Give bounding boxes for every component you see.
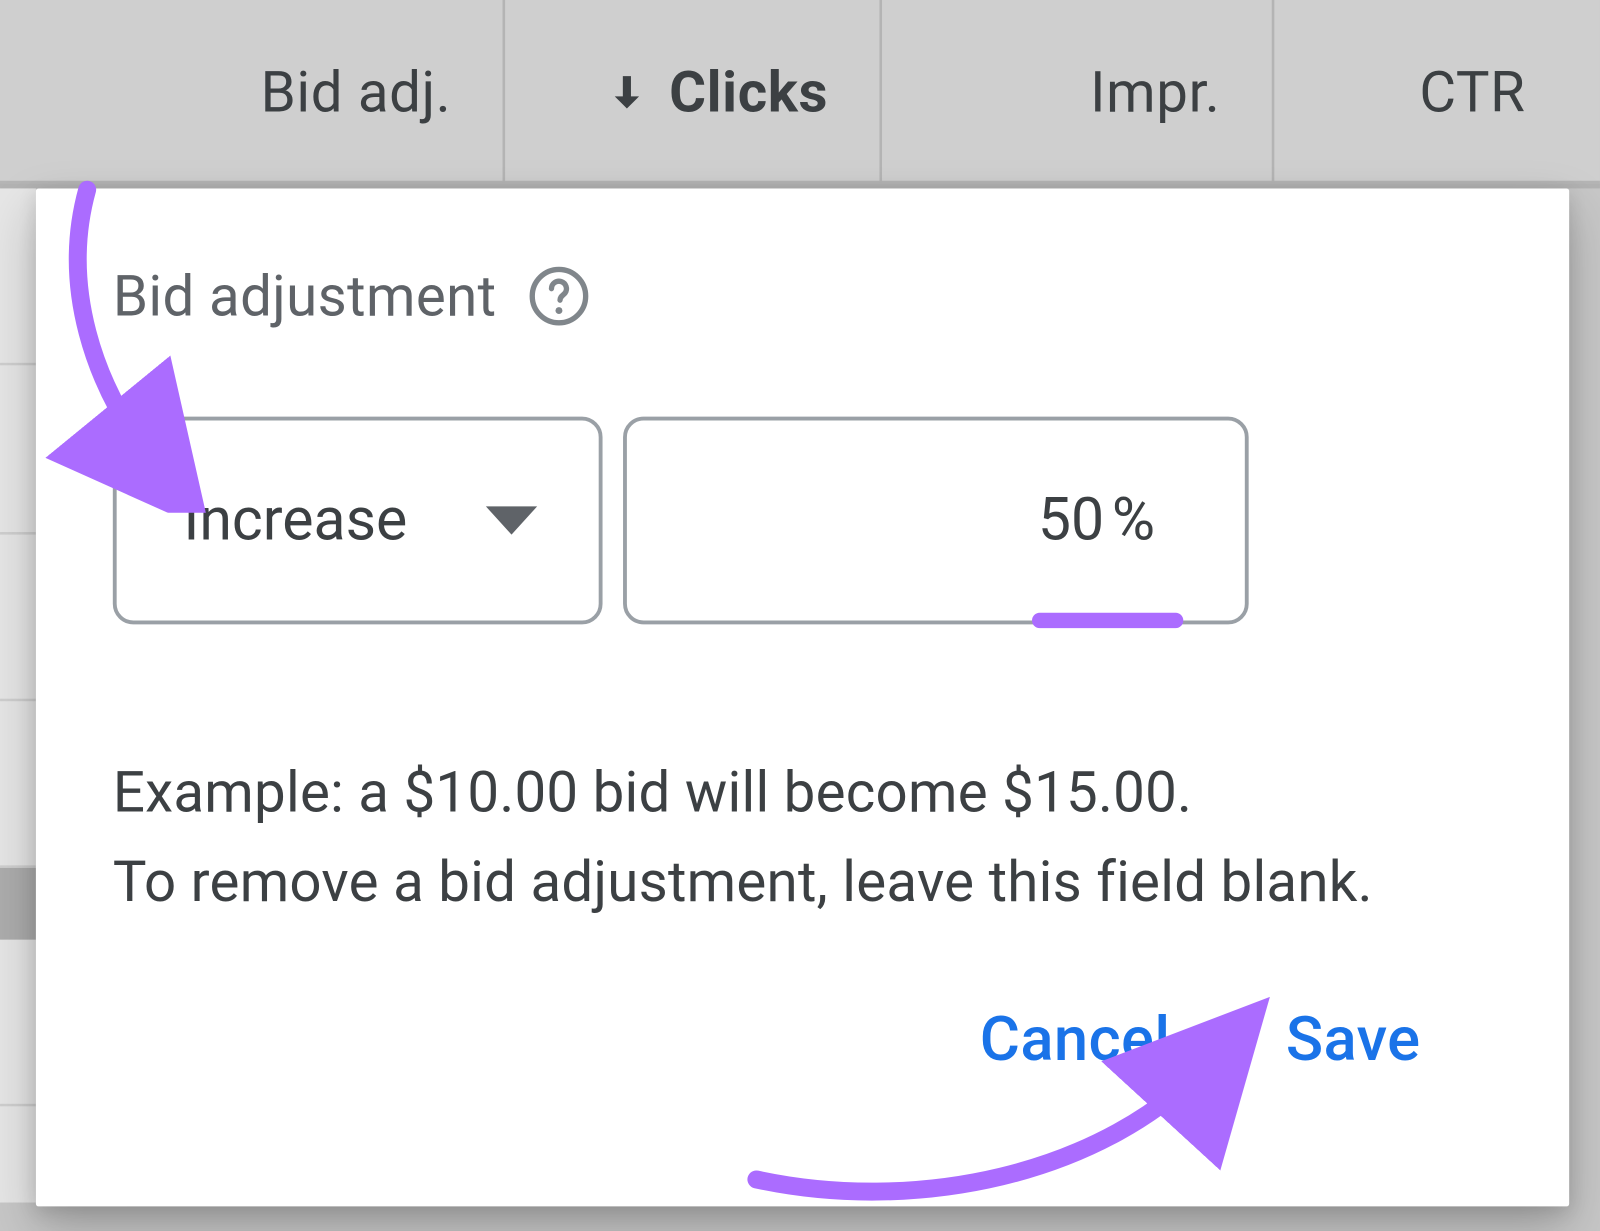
column-header-label: Clicks (669, 58, 828, 125)
table-row (0, 535, 36, 702)
chevron-down-icon (486, 506, 537, 534)
column-header-clicks[interactable]: Clicks (505, 0, 882, 183)
table-row (0, 940, 36, 1107)
column-header-ctr[interactable]: CTR (1274, 0, 1597, 183)
table-row (0, 365, 36, 534)
controls-row: Increase % (113, 417, 1492, 625)
direction-select[interactable]: Increase (113, 417, 603, 625)
cancel-button[interactable]: Cancel (980, 1002, 1171, 1075)
help-icon[interactable] (527, 264, 591, 328)
popup-actions: Cancel Save (113, 1002, 1492, 1075)
bid-adjustment-popup: Bid adjustment Increase % Example: a (36, 188, 1569, 1206)
example-line: To remove a bid adjustment, leave this f… (113, 838, 1492, 928)
column-header-label: Bid adj. (261, 58, 452, 125)
example-line: Example: a $10.00 bid will become $15.00… (113, 747, 1492, 837)
popup-title: Bid adjustment (113, 263, 497, 330)
percent-input[interactable] (809, 486, 1104, 555)
column-header-impr[interactable]: Impr. (882, 0, 1274, 183)
annotation-underline (1032, 613, 1183, 628)
percent-field-wrapper: % (623, 417, 1249, 625)
popup-title-row: Bid adjustment (113, 263, 1492, 330)
save-button[interactable]: Save (1286, 1002, 1421, 1075)
table-row-selected (0, 868, 36, 940)
table-row (0, 701, 36, 868)
direction-select-value: Increase (183, 486, 407, 555)
example-text: Example: a $10.00 bid will become $15.00… (113, 747, 1492, 927)
ads-bid-adjustment-panel: Bid adj. Clicks Impr. CTR Bid adjustment (0, 0, 1600, 1231)
sort-descending-icon (602, 67, 651, 116)
table-row (0, 188, 36, 365)
percent-unit: % (1112, 486, 1155, 555)
column-header-bid-adj[interactable]: Bid adj. (0, 0, 505, 183)
table-row (0, 1106, 36, 1202)
column-header-label: Impr. (1090, 58, 1220, 125)
column-header-label: CTR (1419, 58, 1525, 125)
table-header-row: Bid adj. Clicks Impr. CTR (0, 0, 1600, 188)
